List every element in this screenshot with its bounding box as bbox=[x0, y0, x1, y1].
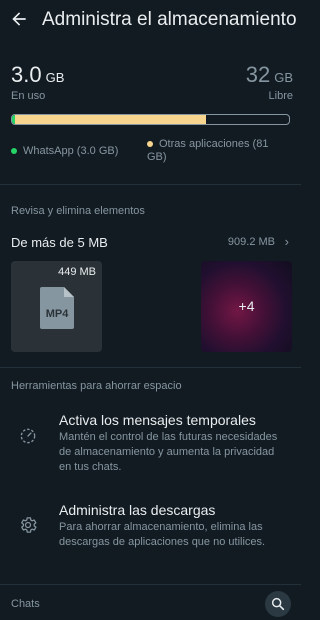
app-bar: Administra el almacenamiento bbox=[0, 0, 301, 42]
tool-title: Administra las descargas bbox=[59, 502, 216, 518]
more-files-thumbnail[interactable]: +4 bbox=[201, 261, 292, 352]
legend-other-apps: Otras aplicaciones (81 GB) bbox=[147, 138, 287, 164]
divider bbox=[0, 184, 301, 185]
search-button[interactable] bbox=[265, 591, 291, 617]
chevron-right-icon: › bbox=[284, 234, 289, 249]
free-value: 32 bbox=[245, 62, 271, 87]
back-arrow-icon[interactable] bbox=[9, 9, 29, 29]
tool-manage-downloads[interactable]: Administra las descargas Para ahorrar al… bbox=[0, 500, 301, 570]
used-label: En uso bbox=[11, 90, 46, 102]
tool-disappearing-messages[interactable]: Activa los mensajes temporales Mantén el… bbox=[0, 410, 301, 480]
tools-heading: Herramientas para ahorrar espacio bbox=[11, 380, 182, 392]
review-heading: Revisa y elimina elementos bbox=[11, 205, 145, 217]
search-icon bbox=[271, 597, 285, 611]
gear-icon bbox=[21, 517, 37, 533]
storage-bar-other-apps bbox=[15, 115, 207, 124]
chats-heading: Chats bbox=[11, 598, 40, 610]
tool-title: Activa los mensajes temporales bbox=[59, 412, 256, 428]
large-files-label: De más de 5 MB bbox=[11, 235, 108, 250]
legend-whatsapp-label: WhatsApp (3.0 GB) bbox=[23, 145, 119, 157]
video-file-icon: MP4 bbox=[40, 287, 74, 329]
tool-description: Para ahorrar almacenamiento, elimina las… bbox=[59, 521, 266, 548]
legend-whatsapp: WhatsApp (3.0 GB) bbox=[11, 145, 118, 157]
legend-whatsapp-dot bbox=[11, 148, 17, 155]
timer-icon bbox=[20, 428, 36, 444]
storage-bar bbox=[11, 114, 290, 125]
file-size: 449 MB bbox=[58, 266, 96, 278]
free-storage: 32 GB bbox=[246, 62, 293, 91]
free-unit: GB bbox=[274, 70, 293, 85]
divider bbox=[0, 367, 301, 368]
used-unit: GB bbox=[45, 70, 65, 85]
divider bbox=[0, 584, 301, 585]
free-label: Libre bbox=[268, 90, 293, 102]
file-type-label: MP4 bbox=[46, 308, 70, 320]
used-value: 3.0 bbox=[11, 62, 42, 87]
large-file-thumbnail[interactable]: 449 MB MP4 bbox=[11, 261, 102, 352]
page-title: Administra el almacenamiento bbox=[42, 9, 297, 30]
large-files-size: 909.2 MB bbox=[227, 236, 275, 248]
tool-description: Mantén el control de las futuras necesid… bbox=[59, 431, 278, 473]
legend-other-label: Otras aplicaciones (81 GB) bbox=[147, 138, 269, 163]
more-count: +4 bbox=[238, 298, 255, 314]
legend-other-dot bbox=[147, 141, 153, 148]
used-storage: 3.0 GB bbox=[11, 62, 64, 91]
